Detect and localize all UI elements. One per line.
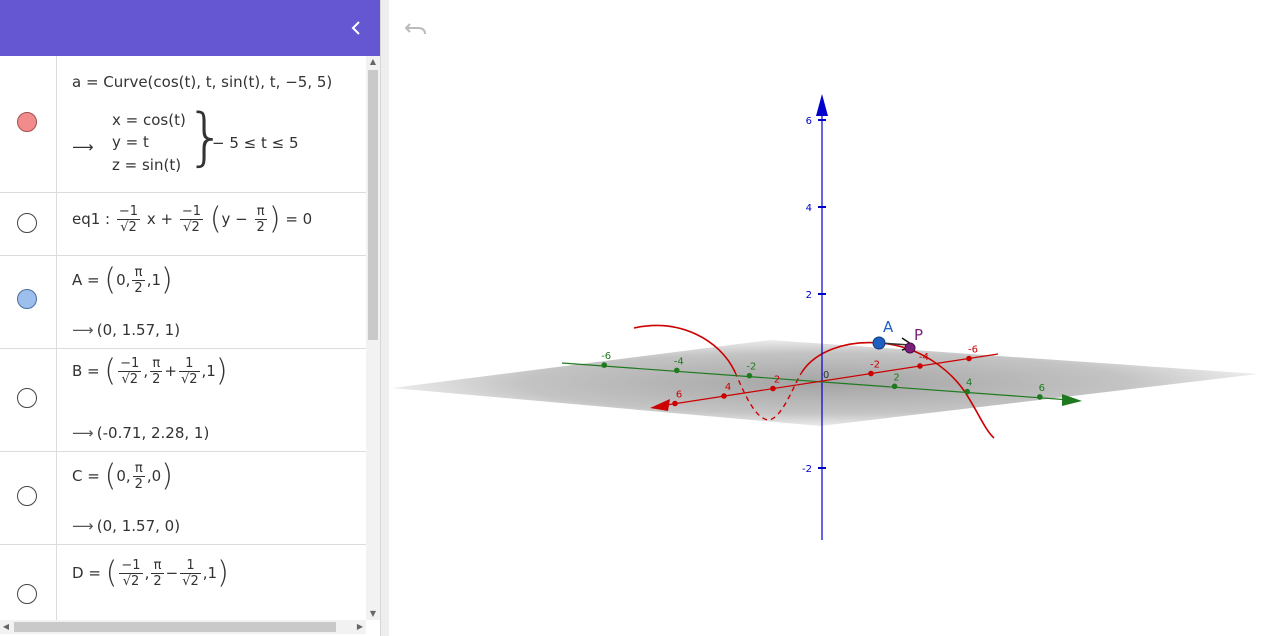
x-tick-label: -2 [870,360,880,371]
z-tick-label: -2 [802,464,812,475]
y-tick-label: -4 [674,356,684,367]
x-tick-label: 2 [774,375,780,386]
x-tick [672,400,678,407]
point-P-label: P [914,326,923,344]
x-tick [917,363,923,369]
y-tick [891,383,898,390]
y-tick [746,372,753,379]
x-tick-label: 6 [676,390,682,401]
y-tick [674,367,680,374]
y-tick [601,362,607,368]
y-tick-label: -6 [601,351,611,362]
y-tick [1037,394,1043,400]
y-tick [964,388,970,395]
z-tick-label: 2 [806,290,812,301]
x-tick-label: 4 [725,382,731,393]
x-tick-label: -6 [968,345,978,356]
z-axis-arrow [816,94,828,116]
x-tick [770,385,776,392]
z-tick-label: 4 [806,203,812,214]
point-A[interactable] [872,336,886,350]
y-tick-label: 6 [1039,383,1045,394]
z-tick-label: 6 [806,116,812,127]
y-tick-label: 4 [966,378,972,389]
origin-label: 0 [823,370,829,381]
x-tick-label: -4 [919,352,929,363]
graphics-3d-view[interactable]: 6 4 2 -2 -6 -4 -2 2 4 6 -6 -4 -2 2 4 6 0 A P [0,0,1267,636]
x-tick [966,355,972,362]
x-tick [721,393,727,399]
y-tick-label: -2 [746,362,756,373]
point-P[interactable] [904,342,916,354]
y-tick-label: 2 [893,372,899,383]
x-tick [868,370,874,377]
point-A-label: A [883,318,894,336]
